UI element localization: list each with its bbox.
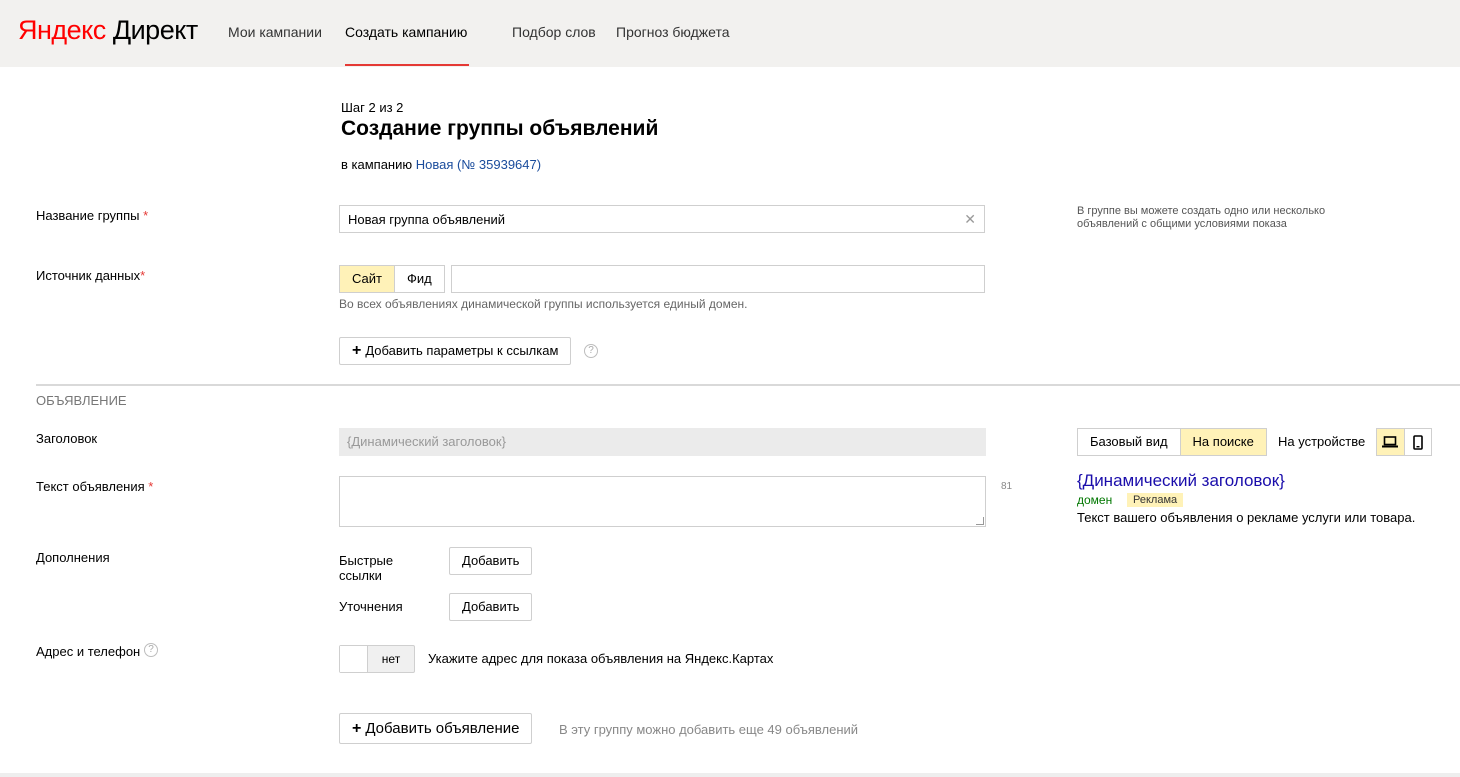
group-name-label-text: Название группы bbox=[36, 208, 140, 223]
toggle-value: нет bbox=[381, 652, 401, 666]
add-ad-button[interactable]: + Добавить объявление bbox=[339, 713, 533, 744]
footer-divider bbox=[0, 773, 1460, 777]
add-link-params-label: Добавить параметры к ссылкам bbox=[365, 343, 559, 358]
extras-label: Дополнения bbox=[36, 550, 110, 565]
device-switch bbox=[1376, 428, 1432, 456]
plus-icon: + bbox=[352, 342, 362, 359]
preview-tab-basic[interactable]: Базовый вид bbox=[1078, 429, 1181, 455]
preview-ad-badge: Реклама bbox=[1127, 493, 1184, 507]
nav-my-campaigns[interactable]: Мои кампании bbox=[228, 24, 322, 40]
address-toggle[interactable]: нет bbox=[339, 645, 415, 673]
logo-product: Директ bbox=[112, 15, 198, 45]
add-quick-links-button[interactable]: Добавить bbox=[449, 547, 533, 575]
ad-section-title: Объявление bbox=[36, 393, 127, 408]
preview-ad-domain: домен bbox=[1077, 493, 1113, 507]
plus-icon: + bbox=[352, 720, 362, 737]
help-icon[interactable]: ? bbox=[584, 344, 598, 358]
quick-links-label: Быстрые ссылки bbox=[339, 553, 394, 583]
data-source-label: Источник данных* bbox=[36, 268, 145, 283]
address-toggle-desc: Укажите адрес для показа объявления на Я… bbox=[428, 651, 774, 666]
preview-tab-search[interactable]: На поиске bbox=[1180, 429, 1266, 455]
campaign-prefix: в кампанию bbox=[341, 157, 413, 172]
preview-ad-text: Текст вашего объявления о рекламе услуги… bbox=[1077, 510, 1416, 525]
headline-label: Заголовок bbox=[36, 431, 98, 446]
data-source-label-text: Источник данных bbox=[36, 268, 141, 283]
yandex-direct-logo[interactable]: Яндекс Директ bbox=[18, 15, 198, 46]
ad-text-textarea[interactable] bbox=[339, 476, 986, 527]
source-option-feed[interactable]: Фид bbox=[395, 266, 444, 292]
address-phone-label-text: Адрес и телефон bbox=[36, 644, 141, 659]
top-header: Яндекс Директ Мои кампании Создать кампа… bbox=[0, 0, 1460, 67]
campaign-link[interactable]: Новая (№ 35939647) bbox=[416, 157, 541, 172]
device-label: На устройстве bbox=[1278, 434, 1366, 449]
char-counter: 81 bbox=[1001, 481, 1013, 492]
refinements-label: Уточнения bbox=[339, 599, 403, 614]
resize-handle[interactable] bbox=[976, 517, 984, 525]
section-divider bbox=[36, 384, 1460, 386]
preview-ad-title: {Динамический заголовок} bbox=[1077, 471, 1285, 490]
source-note: Во всех объявлениях динамической группы … bbox=[339, 297, 748, 311]
add-ad-label: Добавить объявление bbox=[365, 720, 520, 737]
active-tab-indicator bbox=[345, 64, 469, 66]
add-refinements-button[interactable]: Добавить bbox=[449, 593, 533, 621]
required-mark: * bbox=[140, 268, 146, 283]
clear-icon[interactable]: ✕ bbox=[964, 211, 976, 228]
ad-text-label-text: Текст объявления bbox=[36, 479, 145, 494]
headline-input: {Динамический заголовок} bbox=[339, 428, 986, 456]
nav-word-selection[interactable]: Подбор слов bbox=[512, 24, 596, 40]
campaign-line: в кампанию Новая (№ 35939647) bbox=[341, 157, 541, 172]
add-link-params-button[interactable]: + Добавить параметры к ссылкам bbox=[339, 337, 572, 365]
group-name-label: Название группы * bbox=[36, 208, 148, 223]
step-indicator: Шаг 2 из 2 bbox=[341, 100, 404, 115]
data-source-switch: Сайт Фид bbox=[339, 265, 445, 293]
group-hint: В группе вы можете создать одно или неск… bbox=[1077, 205, 1326, 230]
laptop-icon[interactable] bbox=[1377, 429, 1405, 455]
page-title: Создание группы объявлений bbox=[341, 117, 659, 140]
domain-input[interactable] bbox=[451, 265, 985, 293]
add-ad-note: В эту группу можно добавить еще 49 объяв… bbox=[559, 722, 859, 737]
preview-view-switch: Базовый вид На поиске bbox=[1077, 428, 1267, 456]
logo-brand: Яндекс bbox=[18, 15, 106, 45]
source-option-site[interactable]: Сайт bbox=[340, 266, 395, 292]
ad-text-label: Текст объявления * bbox=[36, 479, 153, 494]
toggle-knob bbox=[340, 646, 368, 672]
nav-create-campaign[interactable]: Создать кампанию bbox=[345, 24, 467, 40]
phone-icon[interactable] bbox=[1405, 429, 1432, 455]
group-name-input[interactable]: Новая группа объявлений ✕ bbox=[339, 205, 985, 233]
required-mark: * bbox=[148, 479, 154, 494]
group-name-value: Новая группа объявлений bbox=[348, 212, 506, 227]
nav-budget-forecast[interactable]: Прогноз бюджета bbox=[616, 24, 730, 40]
required-mark: * bbox=[143, 208, 149, 223]
help-icon[interactable]: ? bbox=[144, 643, 158, 657]
address-phone-label: Адрес и телефон bbox=[36, 644, 140, 659]
